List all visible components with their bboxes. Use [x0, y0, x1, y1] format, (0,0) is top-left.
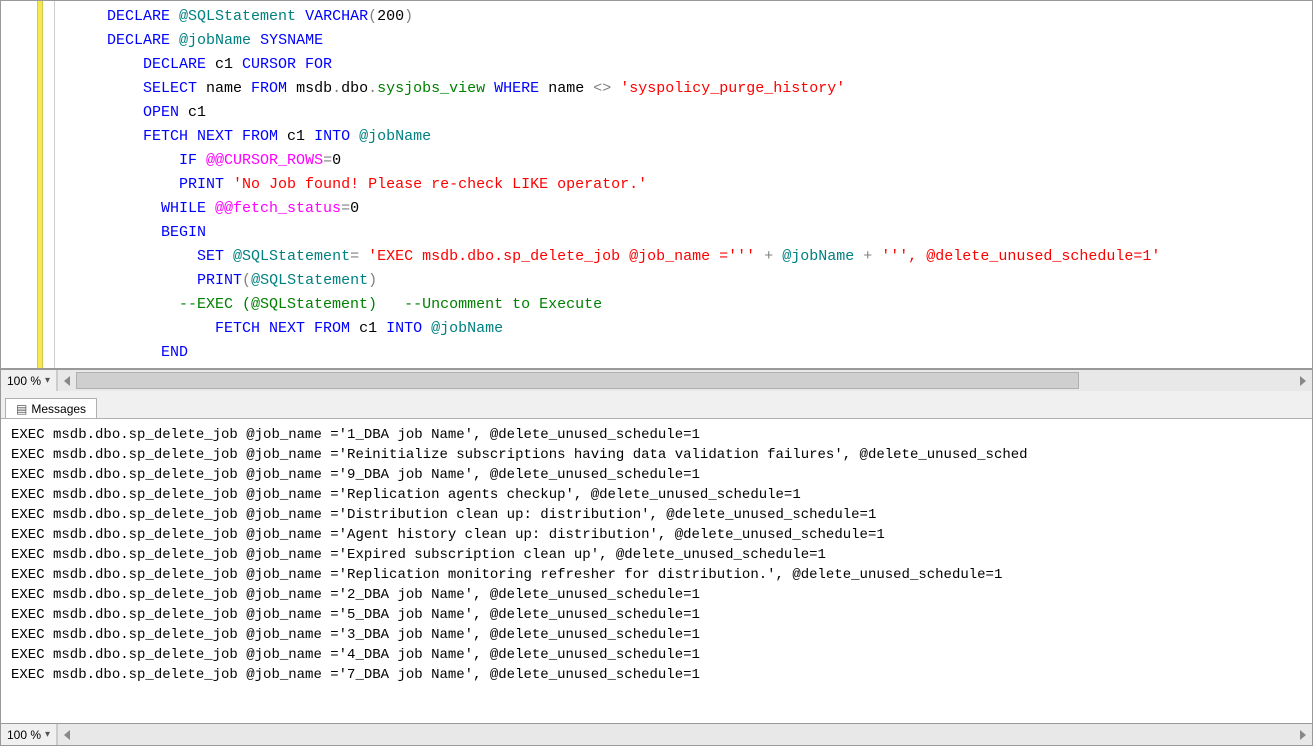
code-line: PRINT 'No Job found! Please re-check LIK… — [71, 173, 1302, 197]
code-line: SELECT name FROM msdb.dbo.sysjobs_view W… — [71, 77, 1302, 101]
code-line: BEGIN — [71, 221, 1302, 245]
editor-horizontal-scrollbar[interactable] — [57, 370, 1312, 391]
results-zoom-bar: 100 % ▾ — [1, 723, 1312, 745]
tab-messages[interactable]: ▤ Messages — [5, 398, 97, 418]
message-line: EXEC msdb.dbo.sp_delete_job @job_name ='… — [11, 505, 1302, 525]
messages-output[interactable]: EXEC msdb.dbo.sp_delete_job @job_name ='… — [1, 419, 1312, 723]
message-line: EXEC msdb.dbo.sp_delete_job @job_name ='… — [11, 645, 1302, 665]
scroll-left-icon — [64, 376, 70, 386]
code-line: DECLARE c1 CURSOR FOR — [71, 53, 1302, 77]
code-line: SET @SQLStatement= 'EXEC msdb.dbo.sp_del… — [71, 245, 1302, 269]
message-line: EXEC msdb.dbo.sp_delete_job @job_name ='… — [11, 585, 1302, 605]
message-line: EXEC msdb.dbo.sp_delete_job @job_name ='… — [11, 485, 1302, 505]
code-line: --EXEC (@SQLStatement) --Uncomment to Ex… — [71, 293, 1302, 317]
messages-icon: ▤ — [16, 402, 27, 416]
editor-zoom-bar: 100 % ▾ — [1, 369, 1312, 391]
editor-zoom-dropdown[interactable]: 100 % ▾ — [1, 370, 57, 391]
message-line: EXEC msdb.dbo.sp_delete_job @job_name ='… — [11, 445, 1302, 465]
code-line: FETCH NEXT FROM c1 INTO @jobName — [71, 125, 1302, 149]
code-line: WHILE @@fetch_status=0 — [71, 197, 1302, 221]
message-line: EXEC msdb.dbo.sp_delete_job @job_name ='… — [11, 425, 1302, 445]
results-zoom-dropdown[interactable]: 100 % ▾ — [1, 724, 57, 745]
ssms-window: DECLARE @SQLStatement VARCHAR(200) DECLA… — [0, 0, 1313, 746]
message-line: EXEC msdb.dbo.sp_delete_job @job_name ='… — [11, 605, 1302, 625]
message-line: EXEC msdb.dbo.sp_delete_job @job_name ='… — [11, 545, 1302, 565]
code-line: IF @@CURSOR_ROWS=0 — [71, 149, 1302, 173]
code-line: PRINT(@SQLStatement) — [71, 269, 1302, 293]
message-line: EXEC msdb.dbo.sp_delete_job @job_name ='… — [11, 525, 1302, 545]
code-line: OPEN c1 — [71, 101, 1302, 125]
message-line: EXEC msdb.dbo.sp_delete_job @job_name ='… — [11, 565, 1302, 585]
change-marker — [37, 1, 43, 368]
editor-zoom-value: 100 % — [7, 374, 41, 388]
editor-gutter — [1, 1, 55, 368]
code-line: FETCH NEXT FROM c1 INTO @jobName — [71, 317, 1302, 341]
message-line: EXEC msdb.dbo.sp_delete_job @job_name ='… — [11, 625, 1302, 645]
chevron-down-icon: ▾ — [45, 375, 50, 386]
code-line: END — [71, 341, 1302, 365]
code-area[interactable]: DECLARE @SQLStatement VARCHAR(200) DECLA… — [55, 1, 1312, 368]
scroll-right-icon — [1300, 376, 1306, 386]
message-line: EXEC msdb.dbo.sp_delete_job @job_name ='… — [11, 465, 1302, 485]
code-line: DECLARE @jobName SYSNAME — [71, 29, 1302, 53]
code-line: DECLARE @SQLStatement VARCHAR(200) — [71, 5, 1302, 29]
message-line: EXEC msdb.dbo.sp_delete_job @job_name ='… — [11, 665, 1302, 685]
scroll-right-icon — [1300, 730, 1306, 740]
scroll-left-icon — [64, 730, 70, 740]
tab-messages-label: Messages — [31, 402, 86, 416]
results-tab-row: ▤ Messages — [1, 391, 1312, 419]
results-pane: ▤ Messages EXEC msdb.dbo.sp_delete_job @… — [1, 391, 1312, 745]
chevron-down-icon: ▾ — [45, 729, 50, 740]
sql-editor-pane: DECLARE @SQLStatement VARCHAR(200) DECLA… — [1, 1, 1312, 369]
results-zoom-value: 100 % — [7, 728, 41, 742]
results-horizontal-scrollbar[interactable] — [57, 724, 1312, 745]
scroll-thumb[interactable] — [76, 372, 1079, 389]
